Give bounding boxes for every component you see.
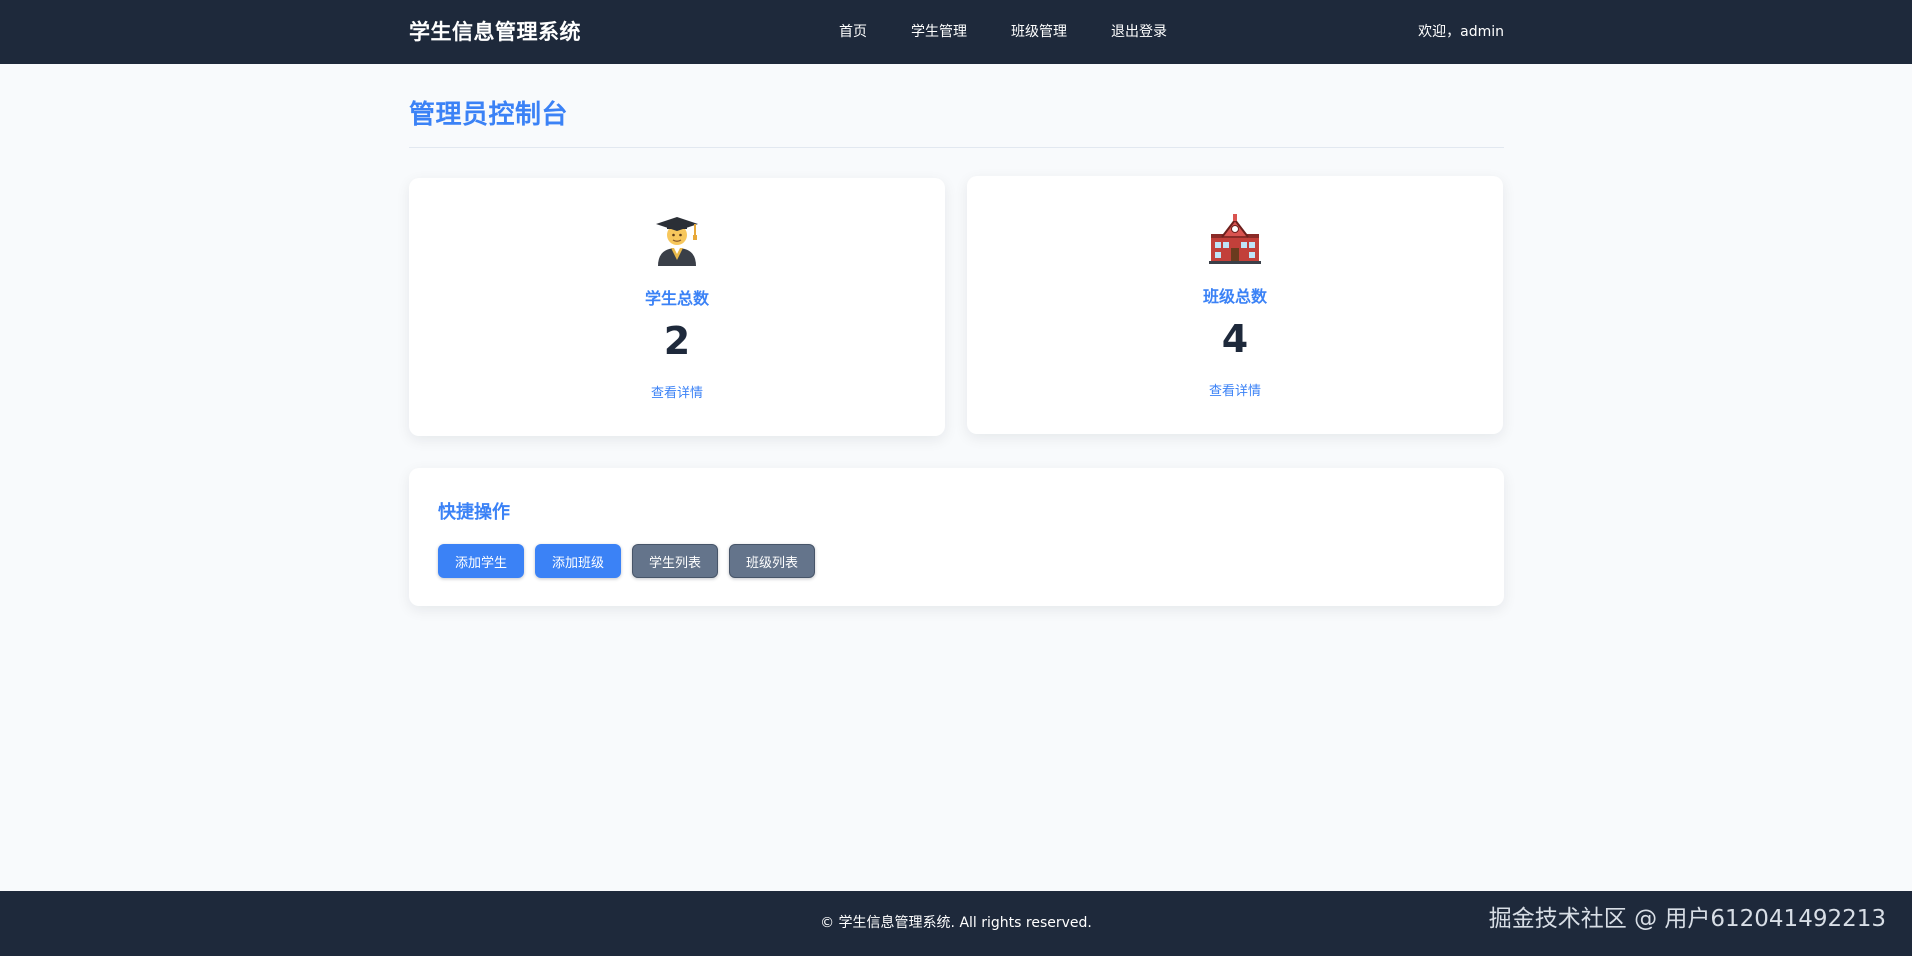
page-footer: © 学生信息管理系统. All rights reserved. 掘金技术社区 … bbox=[0, 891, 1912, 956]
quick-actions-buttons: 添加学生 添加班级 学生列表 班级列表 bbox=[438, 544, 826, 578]
student-graduate-icon bbox=[656, 217, 698, 266]
top-navbar: 学生信息管理系统 首页 学生管理 班级管理 退出登录 欢迎，admin bbox=[0, 0, 1912, 64]
class-total-card: 班级总数 4 查看详情 bbox=[967, 176, 1503, 434]
nav-logout-link[interactable]: 退出登录 bbox=[1111, 0, 1167, 64]
navbar-inner: 学生信息管理系统 首页 学生管理 班级管理 退出登录 欢迎，admin bbox=[409, 0, 1504, 64]
nav-class-management-link[interactable]: 班级管理 bbox=[1011, 0, 1067, 64]
watermark-text: 掘金技术社区 @ 用户612041492213 bbox=[1488, 906, 1886, 932]
main-nav: 首页 学生管理 班级管理 退出登录 bbox=[839, 0, 1211, 64]
student-view-details-link[interactable]: 查看详情 bbox=[409, 382, 945, 401]
class-view-details-link[interactable]: 查看详情 bbox=[967, 380, 1503, 399]
add-student-button[interactable]: 添加学生 bbox=[438, 544, 524, 578]
class-total-value: 4 bbox=[1221, 317, 1249, 361]
quick-actions-title: 快捷操作 bbox=[438, 502, 510, 523]
class-list-button[interactable]: 班级列表 bbox=[729, 544, 815, 578]
app-brand[interactable]: 学生信息管理系统 bbox=[409, 0, 581, 64]
add-class-button[interactable]: 添加班级 bbox=[535, 544, 621, 578]
class-total-label: 班级总数 bbox=[1202, 287, 1267, 306]
welcome-user-text: 欢迎，admin bbox=[1418, 24, 1504, 40]
quick-actions-panel: 快捷操作 添加学生 添加班级 学生列表 班级列表 bbox=[409, 468, 1504, 606]
student-total-card: 学生总数 2 查看详情 bbox=[409, 178, 945, 436]
student-total-label: 学生总数 bbox=[644, 289, 709, 308]
student-list-button[interactable]: 学生列表 bbox=[632, 544, 718, 578]
nav-student-management-link[interactable]: 学生管理 bbox=[911, 0, 967, 64]
title-divider bbox=[409, 147, 1504, 148]
school-building-icon bbox=[1209, 214, 1261, 264]
page-title: 管理员控制台 bbox=[409, 100, 569, 130]
student-total-value: 2 bbox=[663, 319, 691, 363]
nav-home-link[interactable]: 首页 bbox=[839, 0, 867, 64]
